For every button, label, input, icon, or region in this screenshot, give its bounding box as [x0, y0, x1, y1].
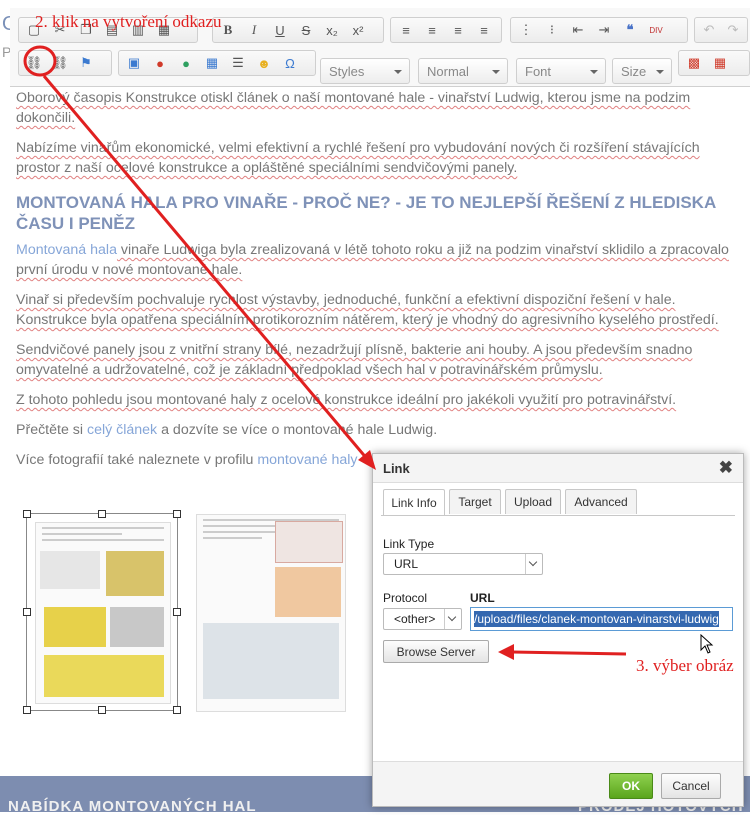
annotation-arrow	[511, 650, 627, 656]
annotation-step-2: 2. klik na vytvoření odkazu	[35, 12, 222, 31]
annotation-step-3: 3. výber obráz	[636, 656, 734, 675]
annotation-arrow	[42, 75, 370, 461]
annotation-overlay	[23, 45, 627, 660]
highlight-circle	[23, 45, 57, 77]
arrow-head	[498, 644, 514, 660]
